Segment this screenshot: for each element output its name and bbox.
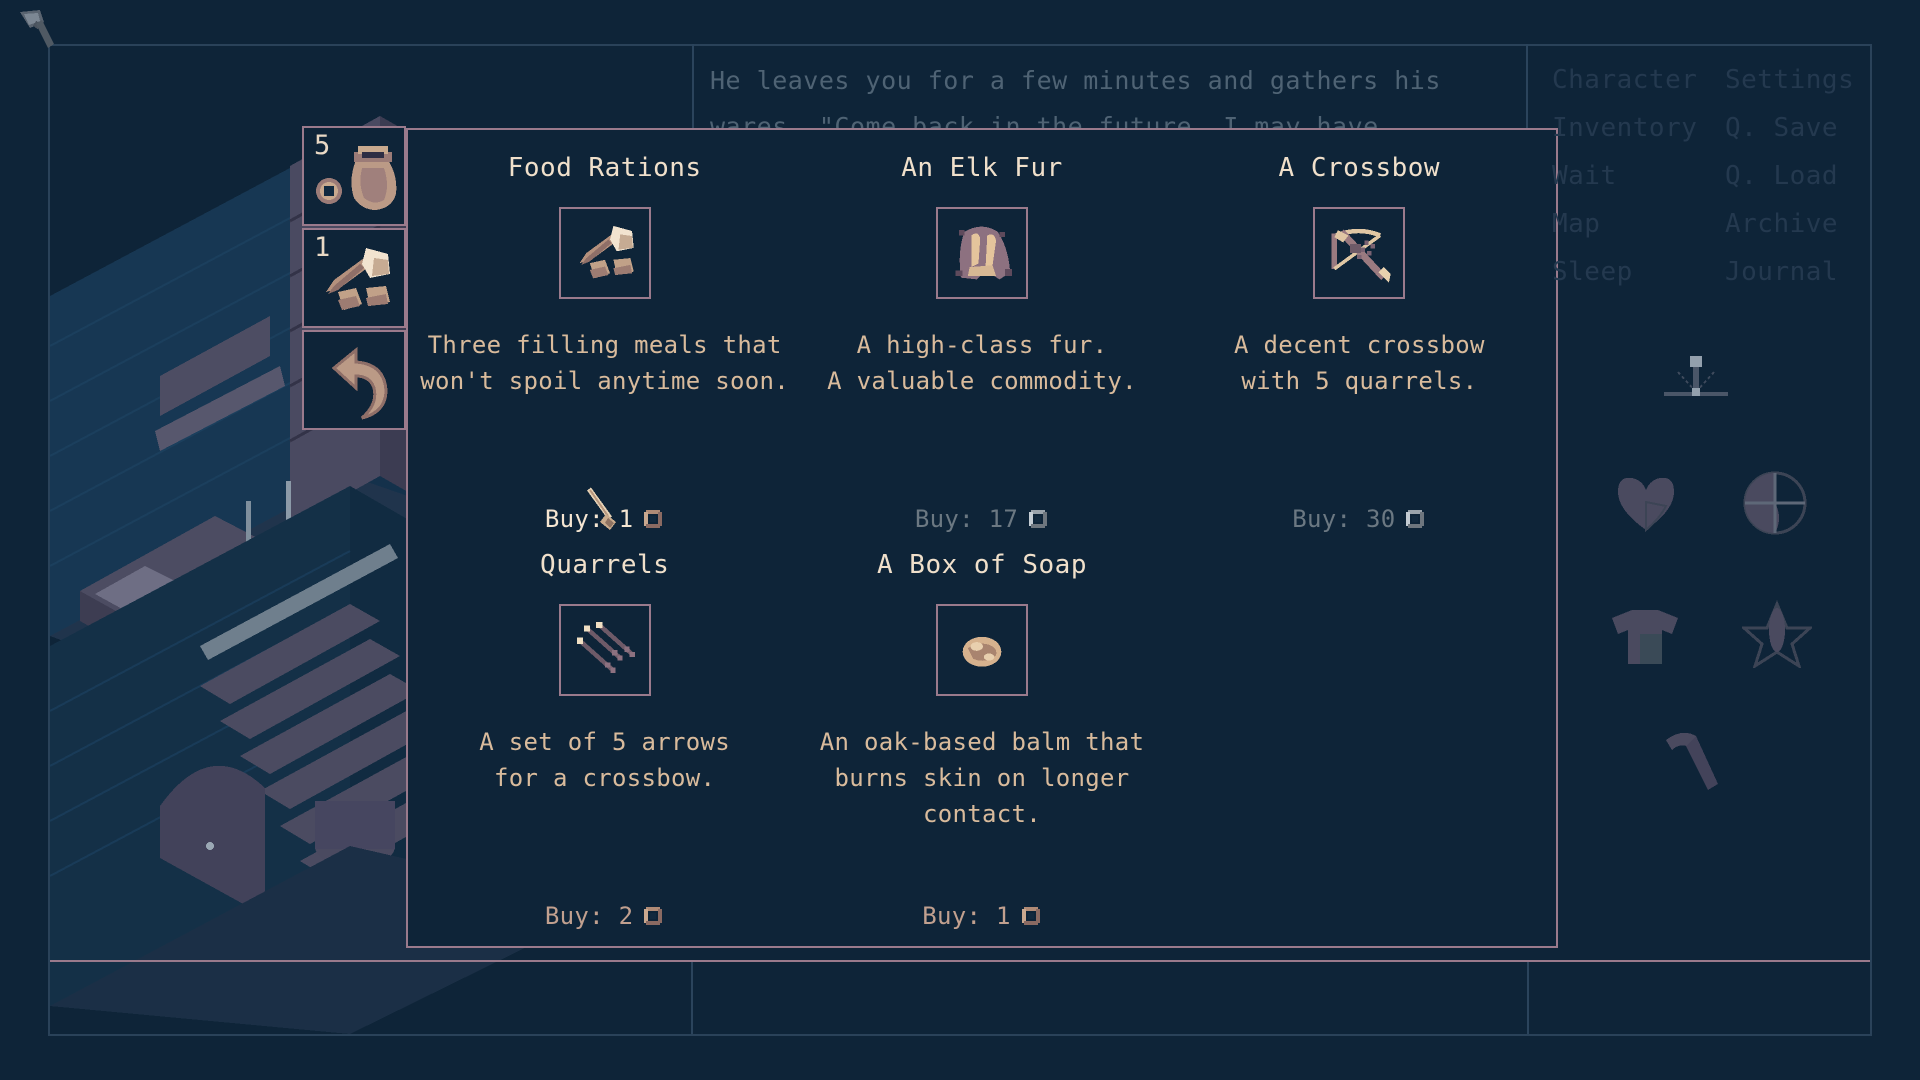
copper-coin-icon — [642, 905, 664, 927]
item-title: Quarrels — [540, 550, 670, 580]
item-description: Three filling meals that won't spoil any… — [420, 330, 790, 395]
menu-item-inventory[interactable]: Inventory — [1552, 104, 1709, 152]
menu-item-settings[interactable]: Settings — [1725, 56, 1882, 104]
buy-label: Buy: 1 — [544, 505, 634, 533]
head-armor-icon[interactable] — [1740, 468, 1810, 538]
inventory-slot-rations[interactable]: 1 — [302, 228, 406, 328]
item-title: An Elk Fur — [901, 153, 1063, 183]
buy-button[interactable]: Buy: 1 — [922, 902, 1042, 938]
copper-coin-icon — [1020, 905, 1042, 927]
crossbow-icon[interactable] — [1313, 206, 1406, 299]
axe-weapon-icon[interactable] — [1660, 726, 1726, 792]
buy-button[interactable]: Buy: 2 — [545, 902, 665, 938]
item-title: A Crossbow — [1278, 153, 1441, 183]
silver-coin-icon — [1027, 508, 1049, 530]
menu-item-wait[interactable]: Wait — [1552, 152, 1709, 200]
menu-item-q-load[interactable]: Q. Load — [1725, 152, 1882, 200]
soap-icon[interactable] — [935, 603, 1028, 696]
copper-coin-icon — [642, 508, 664, 530]
shop-panel: Food Rations Three filling meals that wo… — [406, 128, 1558, 948]
main-menu: Character Settings Inventory Q. Save Wai… — [1552, 56, 1882, 296]
shop-item-quarrels[interactable]: Quarrels A set of 5 arrows for a crossbo… — [416, 541, 793, 938]
buy-button[interactable]: Buy: 1 — [545, 505, 665, 541]
shop-item-elk-fur[interactable]: An Elk Fur A high-class fur. A valuable … — [793, 144, 1170, 541]
elk-fur-icon[interactable] — [935, 206, 1028, 299]
dialogue-box: He leaves you for a few minutes and gath… — [692, 44, 1528, 138]
item-description: A decent crossbow with 5 quarrels. — [1233, 330, 1485, 395]
shop-item-box-of-soap[interactable]: A Box of Soap An oak-based balm that bur… — [793, 541, 1170, 938]
item-title: Food Rations — [507, 153, 702, 183]
menu-item-journal[interactable]: Journal — [1725, 248, 1882, 296]
shop-item-grid: Food Rations Three filling meals that wo… — [408, 130, 1556, 946]
coin-pouch-icon — [304, 128, 404, 224]
menu-item-map[interactable]: Map — [1552, 200, 1709, 248]
buy-label: Buy: 30 — [1292, 505, 1396, 533]
heart-health-icon[interactable] — [1612, 472, 1680, 534]
menu-item-q-save[interactable]: Q. Save — [1725, 104, 1882, 152]
star-skill-icon[interactable] — [1740, 600, 1814, 670]
compass-pin-icon[interactable] — [1660, 352, 1732, 412]
item-description: A set of 5 arrows for a crossbow. — [479, 727, 731, 792]
silver-coin-icon — [1404, 508, 1426, 530]
inventory-strip: 5 1 — [302, 126, 406, 432]
inventory-slot-money[interactable]: 5 — [302, 126, 406, 226]
food-rations-icon[interactable] — [558, 206, 651, 299]
game-screen: He leaves you for a few minutes and gath… — [0, 0, 1920, 1080]
menu-item-archive[interactable]: Archive — [1725, 200, 1882, 248]
dialogue-text: He leaves you for a few minutes and gath… — [710, 66, 1441, 138]
inventory-slot-back[interactable] — [302, 330, 406, 430]
bottom-divider-left — [691, 962, 693, 1034]
buy-label: Buy: 17 — [914, 505, 1019, 533]
item-title: A Box of Soap — [876, 550, 1087, 580]
bottom-divider-right — [1527, 962, 1529, 1034]
back-arrow-icon — [304, 332, 404, 428]
buy-button[interactable]: Buy: 17 — [915, 505, 1049, 541]
shirt-armor-icon[interactable] — [1608, 606, 1682, 668]
buy-label: Buy: 1 — [922, 902, 1011, 930]
menu-item-sleep[interactable]: Sleep — [1552, 248, 1709, 296]
axe-icon — [14, 6, 60, 52]
food-rations-icon — [304, 230, 404, 326]
item-description: An oak-based balm that burns skin on lon… — [819, 727, 1145, 828]
shop-item-food-rations[interactable]: Food Rations Three filling meals that wo… — [416, 144, 793, 541]
shop-item-crossbow[interactable]: A Crossbow A decent crossbow with 5 quar… — [1171, 144, 1548, 541]
item-description: A high-class fur. A valuable commodity. — [827, 330, 1137, 395]
buy-label: Buy: 2 — [544, 902, 634, 930]
buy-button[interactable]: Buy: 30 — [1292, 505, 1426, 541]
menu-item-character[interactable]: Character — [1552, 56, 1709, 104]
quarrels-icon[interactable] — [558, 603, 651, 696]
bottom-rail — [50, 960, 1870, 962]
shop-empty-cell — [1171, 541, 1548, 938]
